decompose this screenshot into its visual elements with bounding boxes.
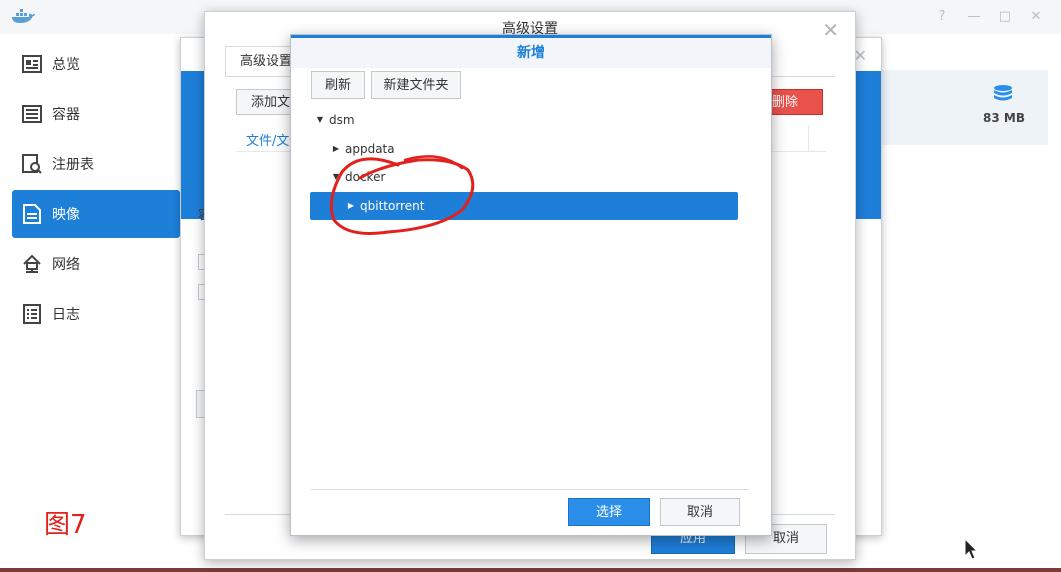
- tree-node-label: appdata: [345, 142, 395, 156]
- add-folder-dialog: 新增 刷新 新建文件夹 ▼ dsm ▶ appdata ▼ docker ▶ q…: [290, 34, 772, 536]
- tree-node-label: qbittorrent: [360, 199, 425, 213]
- sidebar-item-label: 注册表: [52, 157, 94, 173]
- sidebar-item-label: 总览: [52, 57, 80, 73]
- network-icon: [22, 254, 42, 274]
- tree-node-label: docker: [345, 170, 386, 184]
- image-info-strip: [880, 70, 1048, 145]
- sidebar-item-container[interactable]: 容器: [12, 90, 180, 138]
- delete-button[interactable]: 删除: [765, 89, 823, 115]
- maximize-icon[interactable]: □: [997, 9, 1013, 25]
- figure-label: 图7: [44, 510, 87, 540]
- sidebar-item-overview[interactable]: 总览: [12, 40, 180, 88]
- close-icon[interactable]: ✕: [1028, 9, 1044, 25]
- cancel-button[interactable]: 取消: [660, 498, 740, 526]
- sidebar-item-label: 容器: [52, 107, 80, 123]
- sidebar-item-registry[interactable]: 注册表: [12, 140, 180, 188]
- caret-down-icon[interactable]: ▼: [313, 106, 327, 134]
- tree-node-label: dsm: [329, 113, 355, 127]
- caret-down-icon[interactable]: ▼: [329, 163, 343, 191]
- log-icon: [22, 304, 42, 324]
- tree-node-dsm[interactable]: ▼ dsm: [313, 106, 733, 134]
- sidebar-item-network[interactable]: 网络: [12, 240, 180, 288]
- image-icon: [22, 204, 42, 224]
- desktop-background: [0, 568, 1061, 572]
- close-icon[interactable]: ✕: [822, 18, 839, 42]
- database-icon: [994, 85, 1012, 101]
- registry-icon: [22, 154, 42, 174]
- column-divider: [808, 125, 809, 151]
- mouse-cursor-icon: [964, 538, 978, 560]
- dialog-footer-divider: [311, 489, 749, 490]
- select-button[interactable]: 选择: [568, 498, 650, 526]
- dialog-title: 新增: [291, 38, 771, 68]
- caret-right-icon[interactable]: ▶: [344, 192, 358, 220]
- refresh-button[interactable]: 刷新: [311, 71, 365, 99]
- caret-right-icon[interactable]: ▶: [329, 135, 343, 163]
- help-icon[interactable]: ?: [934, 9, 950, 25]
- tree-node-docker[interactable]: ▼ docker: [329, 163, 733, 191]
- new-folder-button[interactable]: 新建文件夹: [371, 71, 461, 99]
- tree-node-qbittorrent[interactable]: ▶ qbittorrent: [310, 192, 738, 220]
- overview-icon: [22, 54, 42, 74]
- pin-icon[interactable]: —: [966, 9, 982, 25]
- sidebar-item-image[interactable]: 映像: [12, 190, 180, 238]
- container-icon: [22, 104, 42, 124]
- sidebar-item-log[interactable]: 日志: [12, 290, 180, 338]
- tree-node-appdata[interactable]: ▶ appdata: [329, 135, 733, 163]
- sidebar-item-label: 日志: [52, 307, 80, 323]
- sidebar-item-label: 网络: [52, 257, 80, 273]
- docker-logo-icon: [12, 9, 35, 23]
- image-size: 83 MB: [983, 111, 1025, 125]
- sidebar-item-label: 映像: [52, 207, 80, 223]
